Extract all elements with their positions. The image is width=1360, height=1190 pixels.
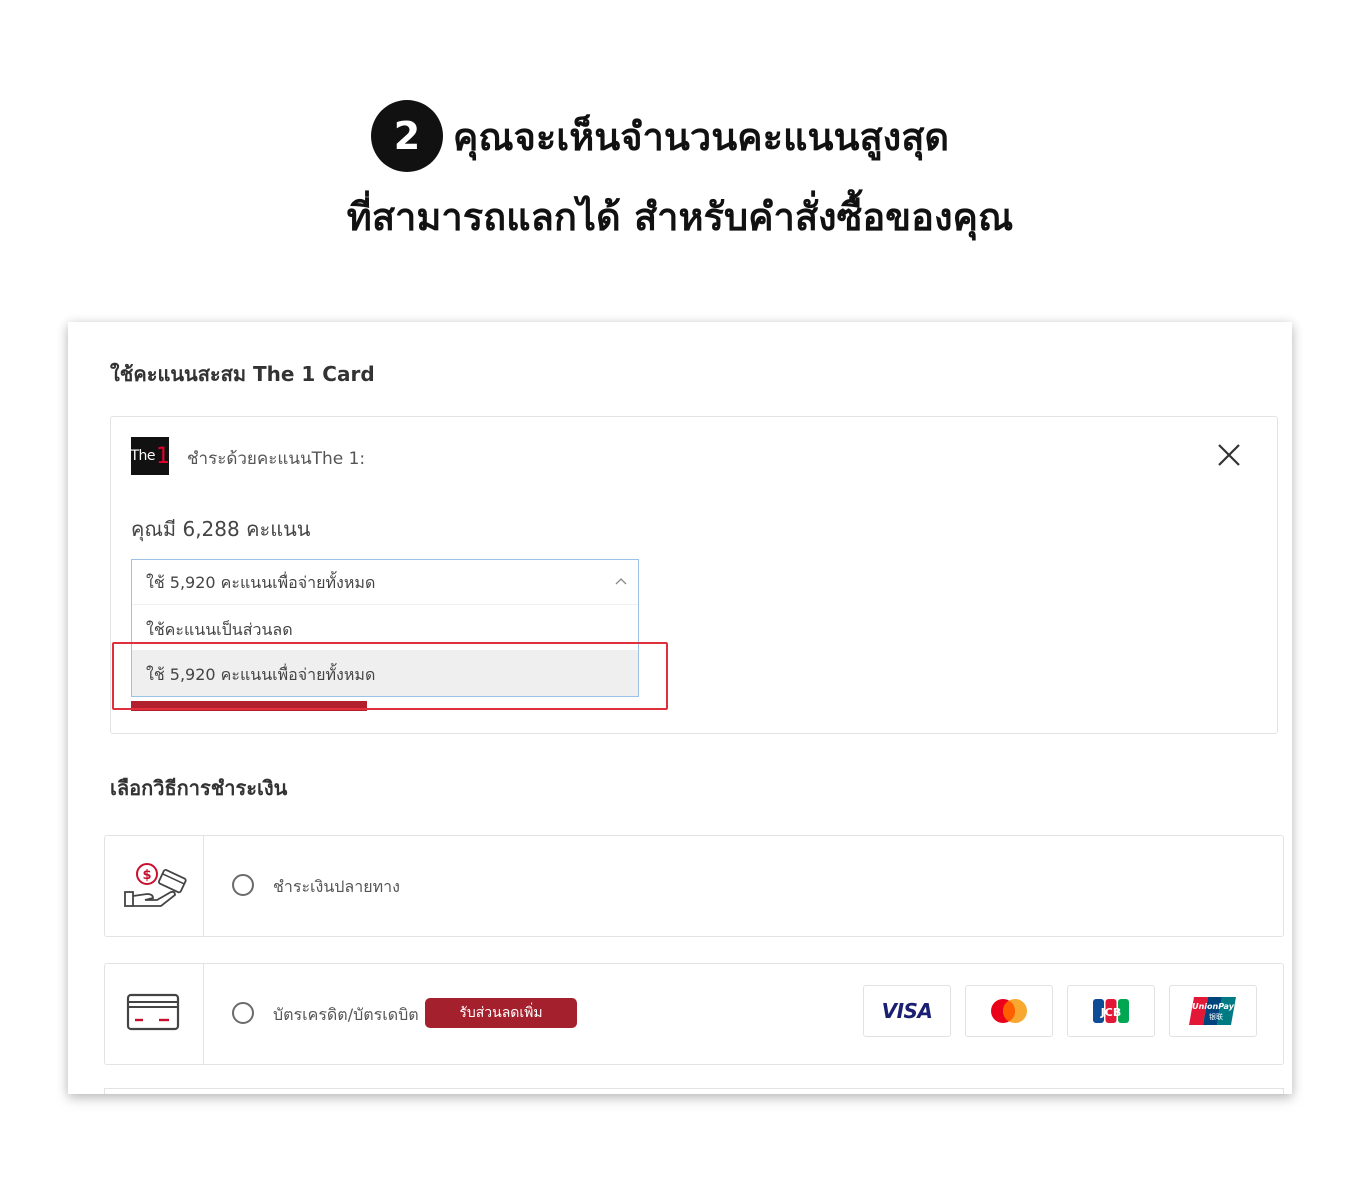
dropdown-option-discount[interactable]: ใช้คะแนนเป็นส่วนลด bbox=[132, 604, 638, 651]
dropdown-option-pay-all[interactable]: ใช้ 5,920 คะแนนเพื่อจ่ายทั้งหมด bbox=[132, 650, 638, 696]
visa-logo: VISA bbox=[863, 985, 951, 1037]
unionpay-logo: UnionPay 银联 bbox=[1169, 985, 1257, 1037]
step-number-badge: 2 bbox=[370, 100, 443, 172]
radio-cod[interactable] bbox=[232, 874, 254, 896]
points-usage-dropdown[interactable]: ใช้ 5,920 คะแนนเพื่อจ่ายทั้งหมด ใช้คะแนน… bbox=[131, 559, 639, 697]
step-heading-text-1: คุณจะเห็นจำนวนคะแนนสูงสุด bbox=[452, 114, 950, 159]
close-button[interactable] bbox=[1215, 441, 1243, 469]
the1-logo: The 1 bbox=[130, 437, 170, 475]
checkout-panel: ใช้คะแนนสะสม The 1 Card The 1 ชำระด้วยคะแ… bbox=[68, 322, 1292, 1094]
payment-method-partial[interactable] bbox=[104, 1088, 1284, 1094]
jcb-logo-text: JCB bbox=[1100, 1006, 1122, 1019]
radio-card[interactable] bbox=[232, 1002, 254, 1024]
dropdown-option-label: ใช้ 5,920 คะแนนเพื่อจ่ายทั้งหมด bbox=[146, 665, 376, 684]
svg-text:$: $ bbox=[142, 868, 151, 883]
step-heading: 2 คุณจะเห็นจำนวนคะแนนสูงสุด ที่สามารถแลก… bbox=[0, 100, 1360, 247]
the1-logo-mark: 1 bbox=[156, 443, 170, 469]
promo-badge: รับส่วนลดเพิ่ม bbox=[425, 998, 577, 1028]
credit-card-icon bbox=[126, 993, 180, 1031]
dropdown-selected-label: ใช้ 5,920 คะแนนเพื่อจ่ายทั้งหมด bbox=[146, 573, 376, 592]
points-section-title: ใช้คะแนนสะสม The 1 Card bbox=[110, 362, 375, 386]
chevron-up-icon bbox=[615, 578, 627, 585]
the1-logo-text: The bbox=[130, 448, 156, 464]
step-heading-line1: 2 คุณจะเห็นจำนวนคะแนนสูงสุด bbox=[0, 100, 1360, 172]
payment-icon-cell: $ bbox=[105, 836, 204, 936]
step-heading-text-2: ที่สามารถแลกได้ สำหรับคำสั่งซื้อของคุณ bbox=[346, 195, 1014, 239]
unionpay-chinese-text: 银联 bbox=[1209, 1012, 1223, 1021]
mastercard-icon bbox=[991, 999, 1027, 1023]
payment-method-cod[interactable]: $ ชำระเงินปลายทาง bbox=[104, 835, 1284, 937]
payment-label-card: บัตรเครดิต/บัตรเดบิต bbox=[273, 1005, 419, 1024]
dropdown-selected-value[interactable]: ใช้ 5,920 คะแนนเพื่อจ่ายทั้งหมด bbox=[132, 560, 638, 604]
cash-on-delivery-icon: $ bbox=[124, 863, 187, 907]
the1-points-box: The 1 ชำระด้วยคะแนนThe 1: คุณมี 6,288 คะแ… bbox=[110, 416, 1278, 734]
unionpay-icon: UnionPay 银联 bbox=[1189, 997, 1236, 1025]
available-points-text: คุณมี 6,288 คะแนน bbox=[131, 517, 311, 541]
mastercard-logo bbox=[965, 985, 1053, 1037]
apply-button-partial[interactable] bbox=[131, 701, 367, 711]
jcb-icon: JCB bbox=[1093, 999, 1129, 1023]
visa-logo-text: VISA bbox=[881, 999, 933, 1023]
dropdown-option-label: ใช้คะแนนเป็นส่วนลด bbox=[146, 620, 293, 639]
unionpay-text: UnionPay bbox=[1192, 1002, 1235, 1011]
the1-pay-label: ชำระด้วยคะแนนThe 1: bbox=[187, 449, 366, 469]
jcb-logo: JCB bbox=[1067, 985, 1155, 1037]
payment-section-title: เลือกวิธีการชำระเงิน bbox=[110, 776, 288, 800]
close-icon bbox=[1218, 444, 1240, 466]
payment-method-card[interactable]: บัตรเครดิต/บัตรเดบิต รับส่วนลดเพิ่ม VISA… bbox=[104, 963, 1284, 1065]
payment-label-cod: ชำระเงินปลายทาง bbox=[273, 877, 400, 896]
payment-icon-cell bbox=[105, 964, 204, 1064]
